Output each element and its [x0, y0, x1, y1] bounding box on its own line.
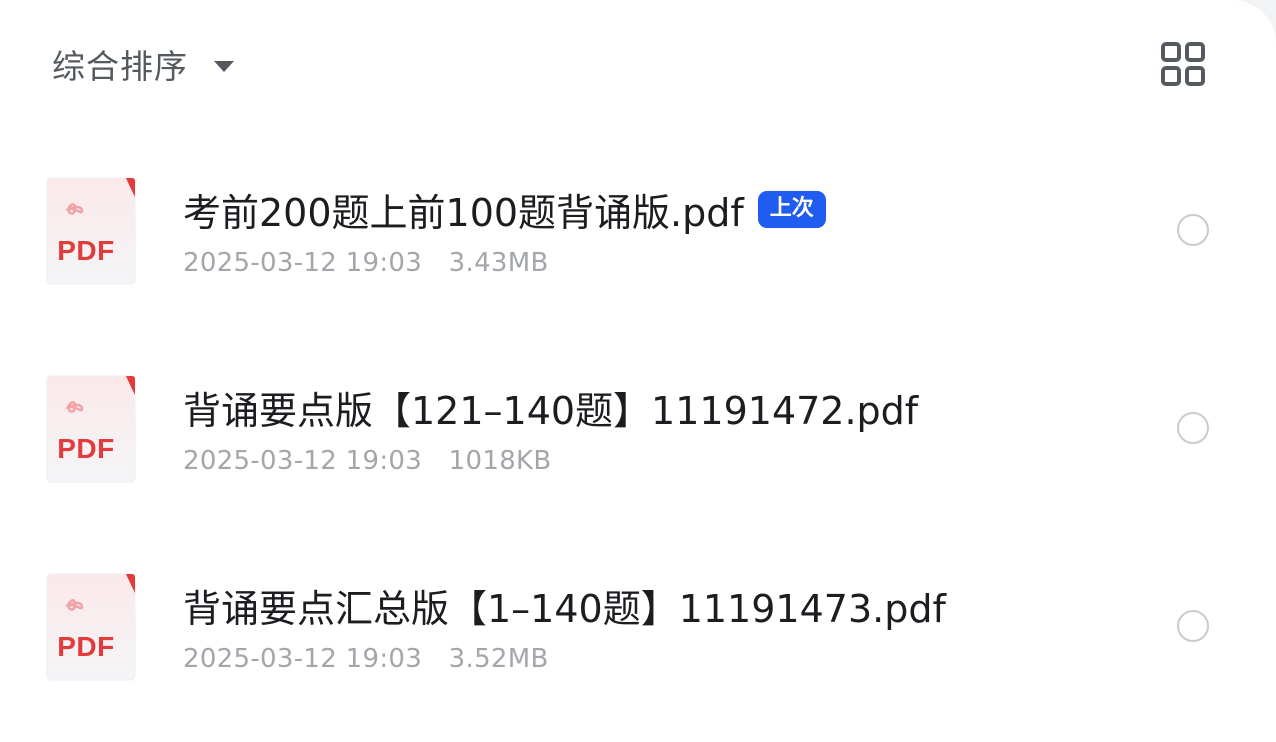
- pdf-type-label: PDF: [57, 631, 115, 662]
- file-panel: 综合排序 PDF 考前200题上前100题背诵版.pdf 上次 2025-03-…: [0, 0, 1276, 742]
- file-row[interactable]: PDF 考前200题上前100题背诵版.pdf 上次 2025-03-12 19…: [0, 160, 1276, 358]
- file-name: 背诵要点版【121–140题】11191472.pdf: [183, 380, 918, 435]
- select-radio[interactable]: [1177, 412, 1209, 444]
- file-date: 2025-03-12 19:03: [183, 644, 423, 674]
- file-size: 3.43MB: [448, 248, 549, 278]
- caret-down-icon: [214, 60, 234, 72]
- pdf-file-icon: PDF: [46, 573, 136, 681]
- grid-view-icon: [1161, 42, 1205, 86]
- file-list: PDF 考前200题上前100题背诵版.pdf 上次 2025-03-12 19…: [0, 160, 1276, 742]
- file-row[interactable]: PDF 背诵要点汇总版【1–140题】11191473.pdf 2025-03-…: [0, 556, 1276, 742]
- file-name-text: 考前200题上前100题背诵版.pdf: [183, 191, 744, 235]
- grid-view-toggle[interactable]: [1159, 40, 1207, 88]
- file-meta: 2025-03-12 19:03 1018KB: [183, 446, 552, 476]
- file-meta: 2025-03-12 19:03 3.52MB: [183, 644, 549, 674]
- file-name-text: 背诵要点汇总版【1–140题】11191473.pdf: [183, 587, 946, 631]
- file-date: 2025-03-12 19:03: [183, 446, 423, 476]
- file-meta: 2025-03-12 19:03 3.43MB: [183, 248, 549, 278]
- last-opened-badge: 上次: [757, 191, 826, 228]
- sort-label: 综合排序: [52, 47, 188, 86]
- file-name: 考前200题上前100题背诵版.pdf 上次: [183, 182, 826, 237]
- pdf-file-icon: PDF: [46, 177, 136, 285]
- file-date: 2025-03-12 19:03: [183, 248, 423, 278]
- pdf-file-icon: PDF: [46, 375, 136, 483]
- pdf-type-label: PDF: [57, 433, 115, 464]
- file-row[interactable]: PDF 背诵要点版【121–140题】11191472.pdf 2025-03-…: [0, 358, 1276, 556]
- file-size: 1018KB: [448, 446, 552, 476]
- file-name: 背诵要点汇总版【1–140题】11191473.pdf: [183, 578, 946, 633]
- file-name-text: 背诵要点版【121–140题】11191472.pdf: [183, 389, 919, 433]
- file-size: 3.52MB: [448, 644, 549, 674]
- select-radio[interactable]: [1177, 214, 1209, 246]
- sort-dropdown[interactable]: 综合排序: [52, 40, 234, 88]
- select-radio[interactable]: [1177, 610, 1209, 642]
- pdf-type-label: PDF: [57, 235, 115, 266]
